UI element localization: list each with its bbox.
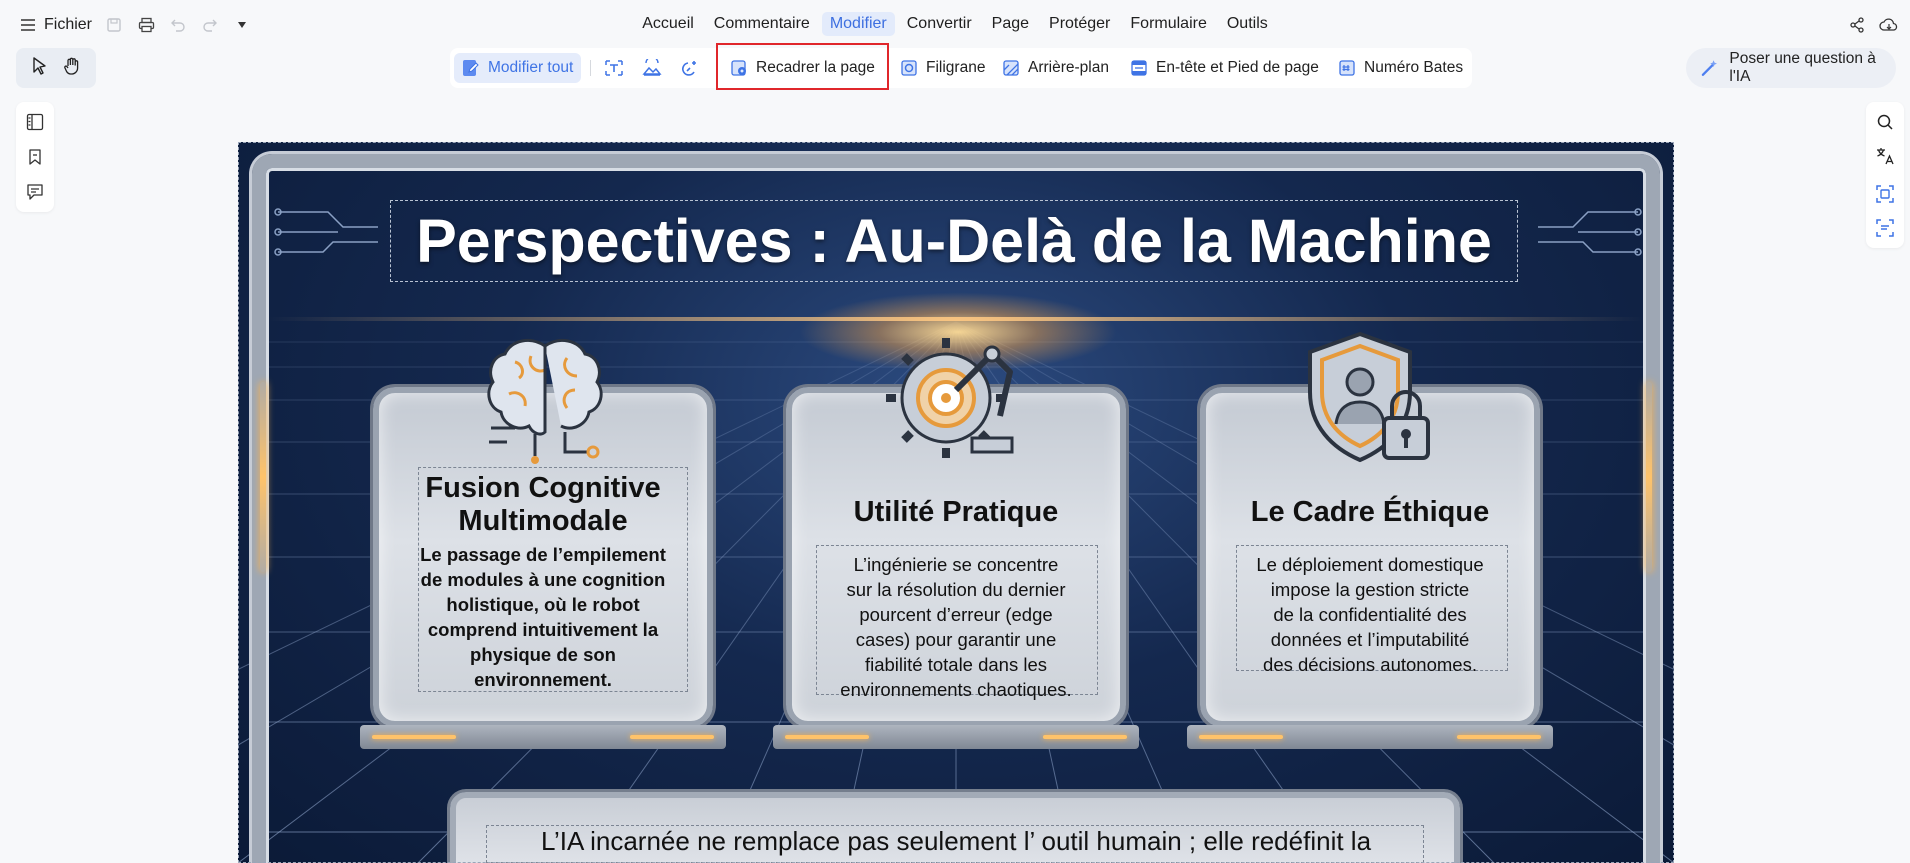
cloud-sync-icon[interactable] [1878, 14, 1900, 36]
share-icon[interactable] [1846, 14, 1868, 36]
select-pointer-icon[interactable] [32, 56, 48, 80]
card-1-line: environnement. [474, 669, 612, 690]
toolbar-divider [590, 60, 591, 76]
menu-bar: Fichier Accueil Commentaire Modifier Con… [0, 0, 1910, 50]
right-frame-light [1646, 382, 1652, 572]
screenshot-capture-icon[interactable] [1875, 218, 1895, 238]
comments-panel-icon[interactable] [25, 182, 45, 202]
edit-image-button[interactable] [634, 53, 670, 83]
menu-outils[interactable]: Outils [1219, 12, 1276, 36]
edit-text-icon [605, 60, 623, 76]
card-2-line: cases) pour garantir une [855, 629, 1057, 650]
menu-commentaire[interactable]: Commentaire [706, 12, 818, 36]
cursor-tools [16, 48, 96, 88]
bates-number-icon [1339, 60, 1355, 76]
hand-pan-icon[interactable] [63, 57, 81, 80]
main-menus: Accueil Commentaire Modifier Convertir P… [0, 12, 1910, 36]
card-3-line: des décisions autonomes. [1263, 654, 1477, 675]
bottom-banner-text: L’IA incarnée ne remplace pas seulement … [540, 826, 1372, 856]
right-sidebar [1866, 102, 1904, 248]
card-base-1 [360, 725, 726, 749]
circuit-decoration-left [274, 208, 378, 256]
card-1-description: Le passage de l’empilement de modules à … [373, 542, 713, 692]
background-button[interactable]: Arrière-plan [994, 53, 1117, 83]
card-1-line: holistique, où le robot [446, 594, 640, 615]
card-1-line: Le passage de l’empilement [420, 544, 666, 565]
bookmark-panel-icon[interactable] [25, 147, 45, 167]
edit-link-button[interactable] [672, 53, 708, 83]
ask-ai-label: Poser une question à l'IA [1729, 50, 1876, 85]
card-3-line: Le déploiement domestique [1256, 554, 1484, 575]
shield-lock-icon [1308, 331, 1430, 463]
card-3-line: données et l’imputabilité [1270, 629, 1470, 650]
crop-page-highlight [716, 43, 889, 90]
menu-proteger[interactable]: Protéger [1041, 12, 1118, 36]
edit-text-button[interactable] [596, 53, 632, 83]
document-page[interactable]: Perspectives : Au-Delà de la Machine Fus… [238, 142, 1674, 863]
ai-sparkle-icon [1701, 60, 1717, 76]
edit-ribbon: Modifier tout Recadrer la page Filigrane… [450, 48, 1472, 88]
gear-robot-arm-icon [886, 338, 1014, 458]
link-edit-icon [682, 61, 696, 76]
bates-number-label: Numéro Bates [1364, 59, 1464, 76]
card-3-description: Le déploiement domestique impose la gest… [1200, 552, 1540, 677]
edit-document-icon [463, 60, 479, 76]
card-3-title: Le Cadre Éthique [1250, 496, 1490, 528]
header-footer-label: En-tête et Pied de page [1156, 59, 1319, 76]
edit-all-label: Modifier tout [488, 59, 574, 76]
watermark-label: Filigrane [926, 59, 986, 76]
card-1-line: comprend intuitivement la [427, 619, 659, 640]
background-icon [1003, 60, 1019, 76]
edit-image-icon [642, 59, 662, 76]
translate-icon[interactable] [1875, 146, 1895, 166]
header-footer-button[interactable]: En-tête et Pied de page [1122, 53, 1327, 83]
menu-convertir[interactable]: Convertir [899, 12, 980, 36]
card-3-line: de la confidentialité des [1273, 604, 1467, 625]
card-2-line: environnements chaotiques. [840, 679, 1072, 700]
card-3-line: impose la gestion stricte [1270, 579, 1470, 600]
title-text-box[interactable]: Perspectives : Au-Delà de la Machine [390, 200, 1518, 282]
card-2-title: Utilité Pratique [853, 496, 1059, 528]
card-2-description: L’ingénierie se concentre sur la résolut… [786, 552, 1126, 702]
watermark-button[interactable]: Filigrane [892, 53, 993, 83]
card-2-line: sur la résolution du dernier [846, 579, 1066, 600]
card-base-2 [773, 725, 1139, 749]
menu-formulaire[interactable]: Formulaire [1122, 12, 1214, 36]
circuit-decoration-right [1538, 208, 1642, 256]
header-footer-icon [1131, 60, 1147, 76]
card-base-3 [1187, 725, 1553, 749]
card-2-line: L’ingénierie se concentre [853, 554, 1059, 575]
watermark-icon [901, 60, 917, 76]
bates-number-button[interactable]: Numéro Bates [1330, 53, 1471, 83]
edit-all-button[interactable]: Modifier tout [454, 53, 582, 83]
menu-page[interactable]: Page [984, 12, 1037, 36]
left-frame-light [260, 382, 266, 572]
left-sidebar [16, 102, 54, 212]
card-2-line: pourcent d’erreur (edge [859, 604, 1053, 625]
card-1-line: physique de son [470, 644, 616, 665]
background-label: Arrière-plan [1028, 59, 1109, 76]
menu-accueil[interactable]: Accueil [634, 12, 702, 36]
page-title: Perspectives : Au-Delà de la Machine [416, 207, 1492, 275]
menu-modifier[interactable]: Modifier [821, 12, 895, 36]
search-icon[interactable] [1875, 112, 1895, 132]
thumbnails-panel-icon[interactable] [25, 112, 45, 132]
ask-ai-button[interactable]: Poser une question à l'IA [1686, 48, 1896, 88]
ocr-scan-icon[interactable] [1875, 184, 1895, 204]
card-2-line: fiabilité totale dans les [864, 654, 1048, 675]
brain-circuit-icon [487, 338, 603, 464]
card-1-line: de modules à une cognition [420, 569, 666, 590]
